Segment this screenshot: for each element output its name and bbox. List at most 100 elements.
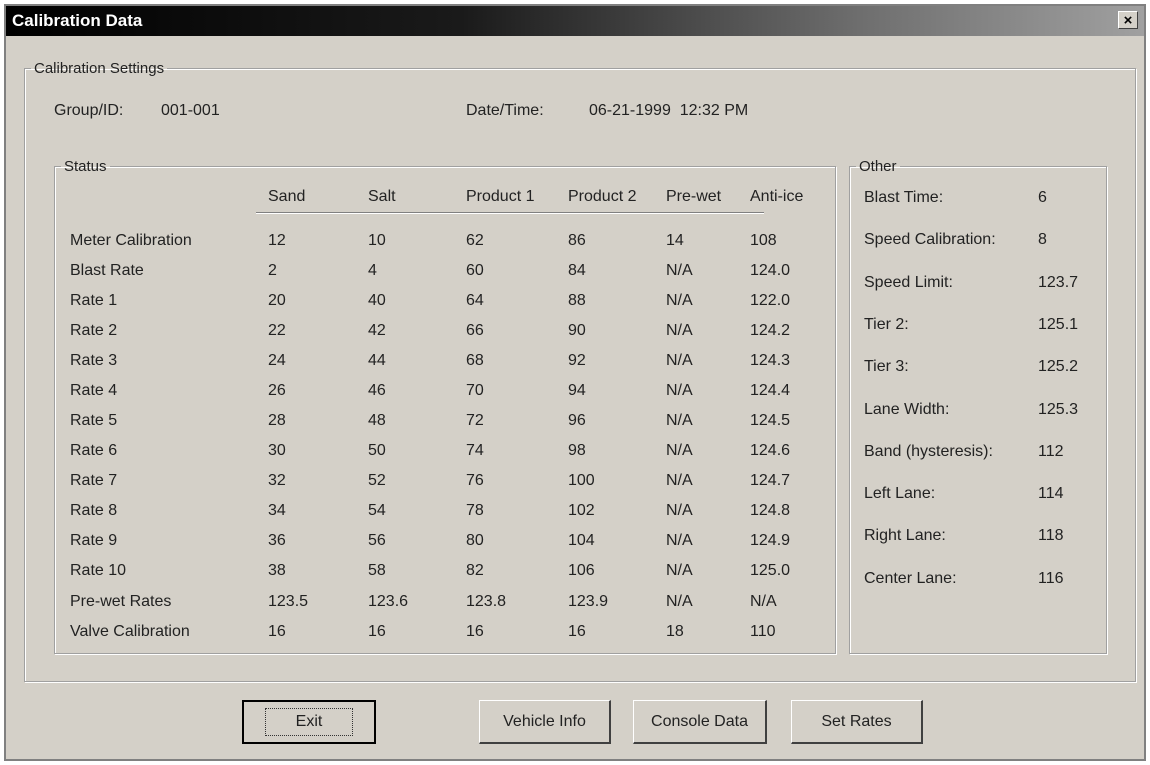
- title-bar: Calibration Data ×: [6, 6, 1144, 36]
- other-item-label: Tier 2:: [864, 316, 909, 333]
- status-row-label: Rate 8: [70, 502, 118, 519]
- other-item-value: 125.3: [1038, 401, 1079, 418]
- group-id-label: Group/ID:: [54, 102, 124, 119]
- other-item-value: 112: [1038, 443, 1064, 460]
- status-cell: 26: [268, 382, 286, 399]
- status-cell: 58: [368, 562, 386, 579]
- group-id-value: 001-001: [161, 102, 220, 119]
- status-cell: 124.3: [750, 352, 791, 369]
- status-cell: 38: [268, 562, 286, 579]
- status-column-header: Product 1: [466, 188, 535, 205]
- status-cell: 20: [268, 292, 286, 309]
- status-cell: 64: [466, 292, 484, 309]
- status-cell: 32: [268, 472, 286, 489]
- status-cell: N/A: [666, 532, 693, 549]
- status-column-header: Salt: [368, 188, 396, 205]
- calibration-settings-legend: Calibration Settings: [34, 60, 165, 77]
- status-cell: 4: [368, 262, 377, 279]
- status-cell: 28: [268, 412, 286, 429]
- status-row-label: Rate 2: [70, 322, 118, 339]
- status-cell: 90: [568, 322, 586, 339]
- status-cell: 42: [368, 322, 386, 339]
- status-cell: 70: [466, 382, 484, 399]
- other-item-value: 116: [1038, 570, 1064, 587]
- status-cell: 82: [466, 562, 484, 579]
- exit-button[interactable]: Exit: [242, 700, 376, 744]
- status-cell: 80: [466, 532, 484, 549]
- other-item-label: Band (hysteresis):: [864, 443, 993, 460]
- status-row-label: Valve Calibration: [70, 623, 190, 640]
- other-item-label: Left Lane:: [864, 485, 936, 502]
- datetime-label: Date/Time:: [466, 102, 544, 119]
- other-item-label: Tier 3:: [864, 358, 909, 375]
- other-legend: Other: [859, 158, 897, 175]
- other-item-label: Center Lane:: [864, 570, 957, 587]
- status-cell: 30: [268, 442, 286, 459]
- status-cell: 100: [568, 472, 595, 489]
- status-legend: Status: [64, 158, 107, 175]
- other-item-value: 114: [1038, 485, 1064, 502]
- other-item-label: Right Lane:: [864, 527, 946, 544]
- status-cell: 96: [568, 412, 586, 429]
- status-cell: 50: [368, 442, 386, 459]
- status-cell: 62: [466, 232, 484, 249]
- vehicle-info-button[interactable]: Vehicle Info: [479, 700, 611, 744]
- status-row-label: Rate 7: [70, 472, 118, 489]
- status-cell: 122.0: [750, 292, 791, 309]
- status-row-label: Rate 6: [70, 442, 118, 459]
- status-cell: N/A: [666, 322, 693, 339]
- status-cell: 74: [466, 442, 484, 459]
- status-cell: 125.0: [750, 562, 791, 579]
- status-cell: 86: [568, 232, 586, 249]
- status-column-header: Sand: [268, 188, 306, 205]
- console-data-button[interactable]: Console Data: [633, 700, 767, 744]
- status-cell: 108: [750, 232, 777, 249]
- status-cell: N/A: [666, 562, 693, 579]
- other-item-value: 125.1: [1038, 316, 1079, 333]
- exit-button-label: Exit: [264, 708, 354, 736]
- status-cell: 124.9: [750, 532, 791, 549]
- status-cell: 54: [368, 502, 386, 519]
- status-cell: 102: [568, 502, 595, 519]
- status-cell: 22: [268, 322, 286, 339]
- close-button[interactable]: ×: [1118, 11, 1138, 29]
- status-cell: N/A: [666, 472, 693, 489]
- other-item-label: Lane Width:: [864, 401, 950, 418]
- status-cell: 124.7: [750, 472, 791, 489]
- status-cell: 123.5: [268, 593, 309, 610]
- status-cell: 60: [466, 262, 484, 279]
- status-cell: 104: [568, 532, 595, 549]
- status-cell: 18: [666, 623, 684, 640]
- status-cell: 123.9: [568, 593, 609, 610]
- status-cell: 16: [368, 623, 386, 640]
- window-title: Calibration Data: [12, 11, 143, 30]
- status-cell: 44: [368, 352, 386, 369]
- status-cell: 56: [368, 532, 386, 549]
- status-cell: N/A: [666, 382, 693, 399]
- status-cell: 52: [368, 472, 386, 489]
- status-row-label: Rate 3: [70, 352, 118, 369]
- status-cell: 110: [750, 623, 776, 640]
- status-cell: 24: [268, 352, 286, 369]
- other-item-value: 8: [1038, 231, 1047, 248]
- status-cell: 16: [568, 623, 586, 640]
- status-cell: 124.4: [750, 382, 791, 399]
- other-item-value: 123.7: [1038, 274, 1079, 291]
- status-cell: 40: [368, 292, 386, 309]
- status-column-header: Anti-ice: [750, 188, 804, 205]
- status-cell: 98: [568, 442, 586, 459]
- datetime-value: 06-21-1999 12:32 PM: [589, 102, 749, 119]
- other-item-value: 118: [1038, 527, 1064, 544]
- set-rates-button[interactable]: Set Rates: [791, 700, 923, 744]
- status-cell: 124.2: [750, 322, 791, 339]
- status-cell: 124.5: [750, 412, 791, 429]
- status-cell: 88: [568, 292, 586, 309]
- status-cell: 48: [368, 412, 386, 429]
- status-cell: 106: [568, 562, 595, 579]
- status-cell: 2: [268, 262, 277, 279]
- status-cell: N/A: [666, 593, 693, 610]
- status-cell: 78: [466, 502, 484, 519]
- status-cell: 76: [466, 472, 484, 489]
- status-cell: 66: [466, 322, 484, 339]
- other-item-value: 6: [1038, 189, 1047, 206]
